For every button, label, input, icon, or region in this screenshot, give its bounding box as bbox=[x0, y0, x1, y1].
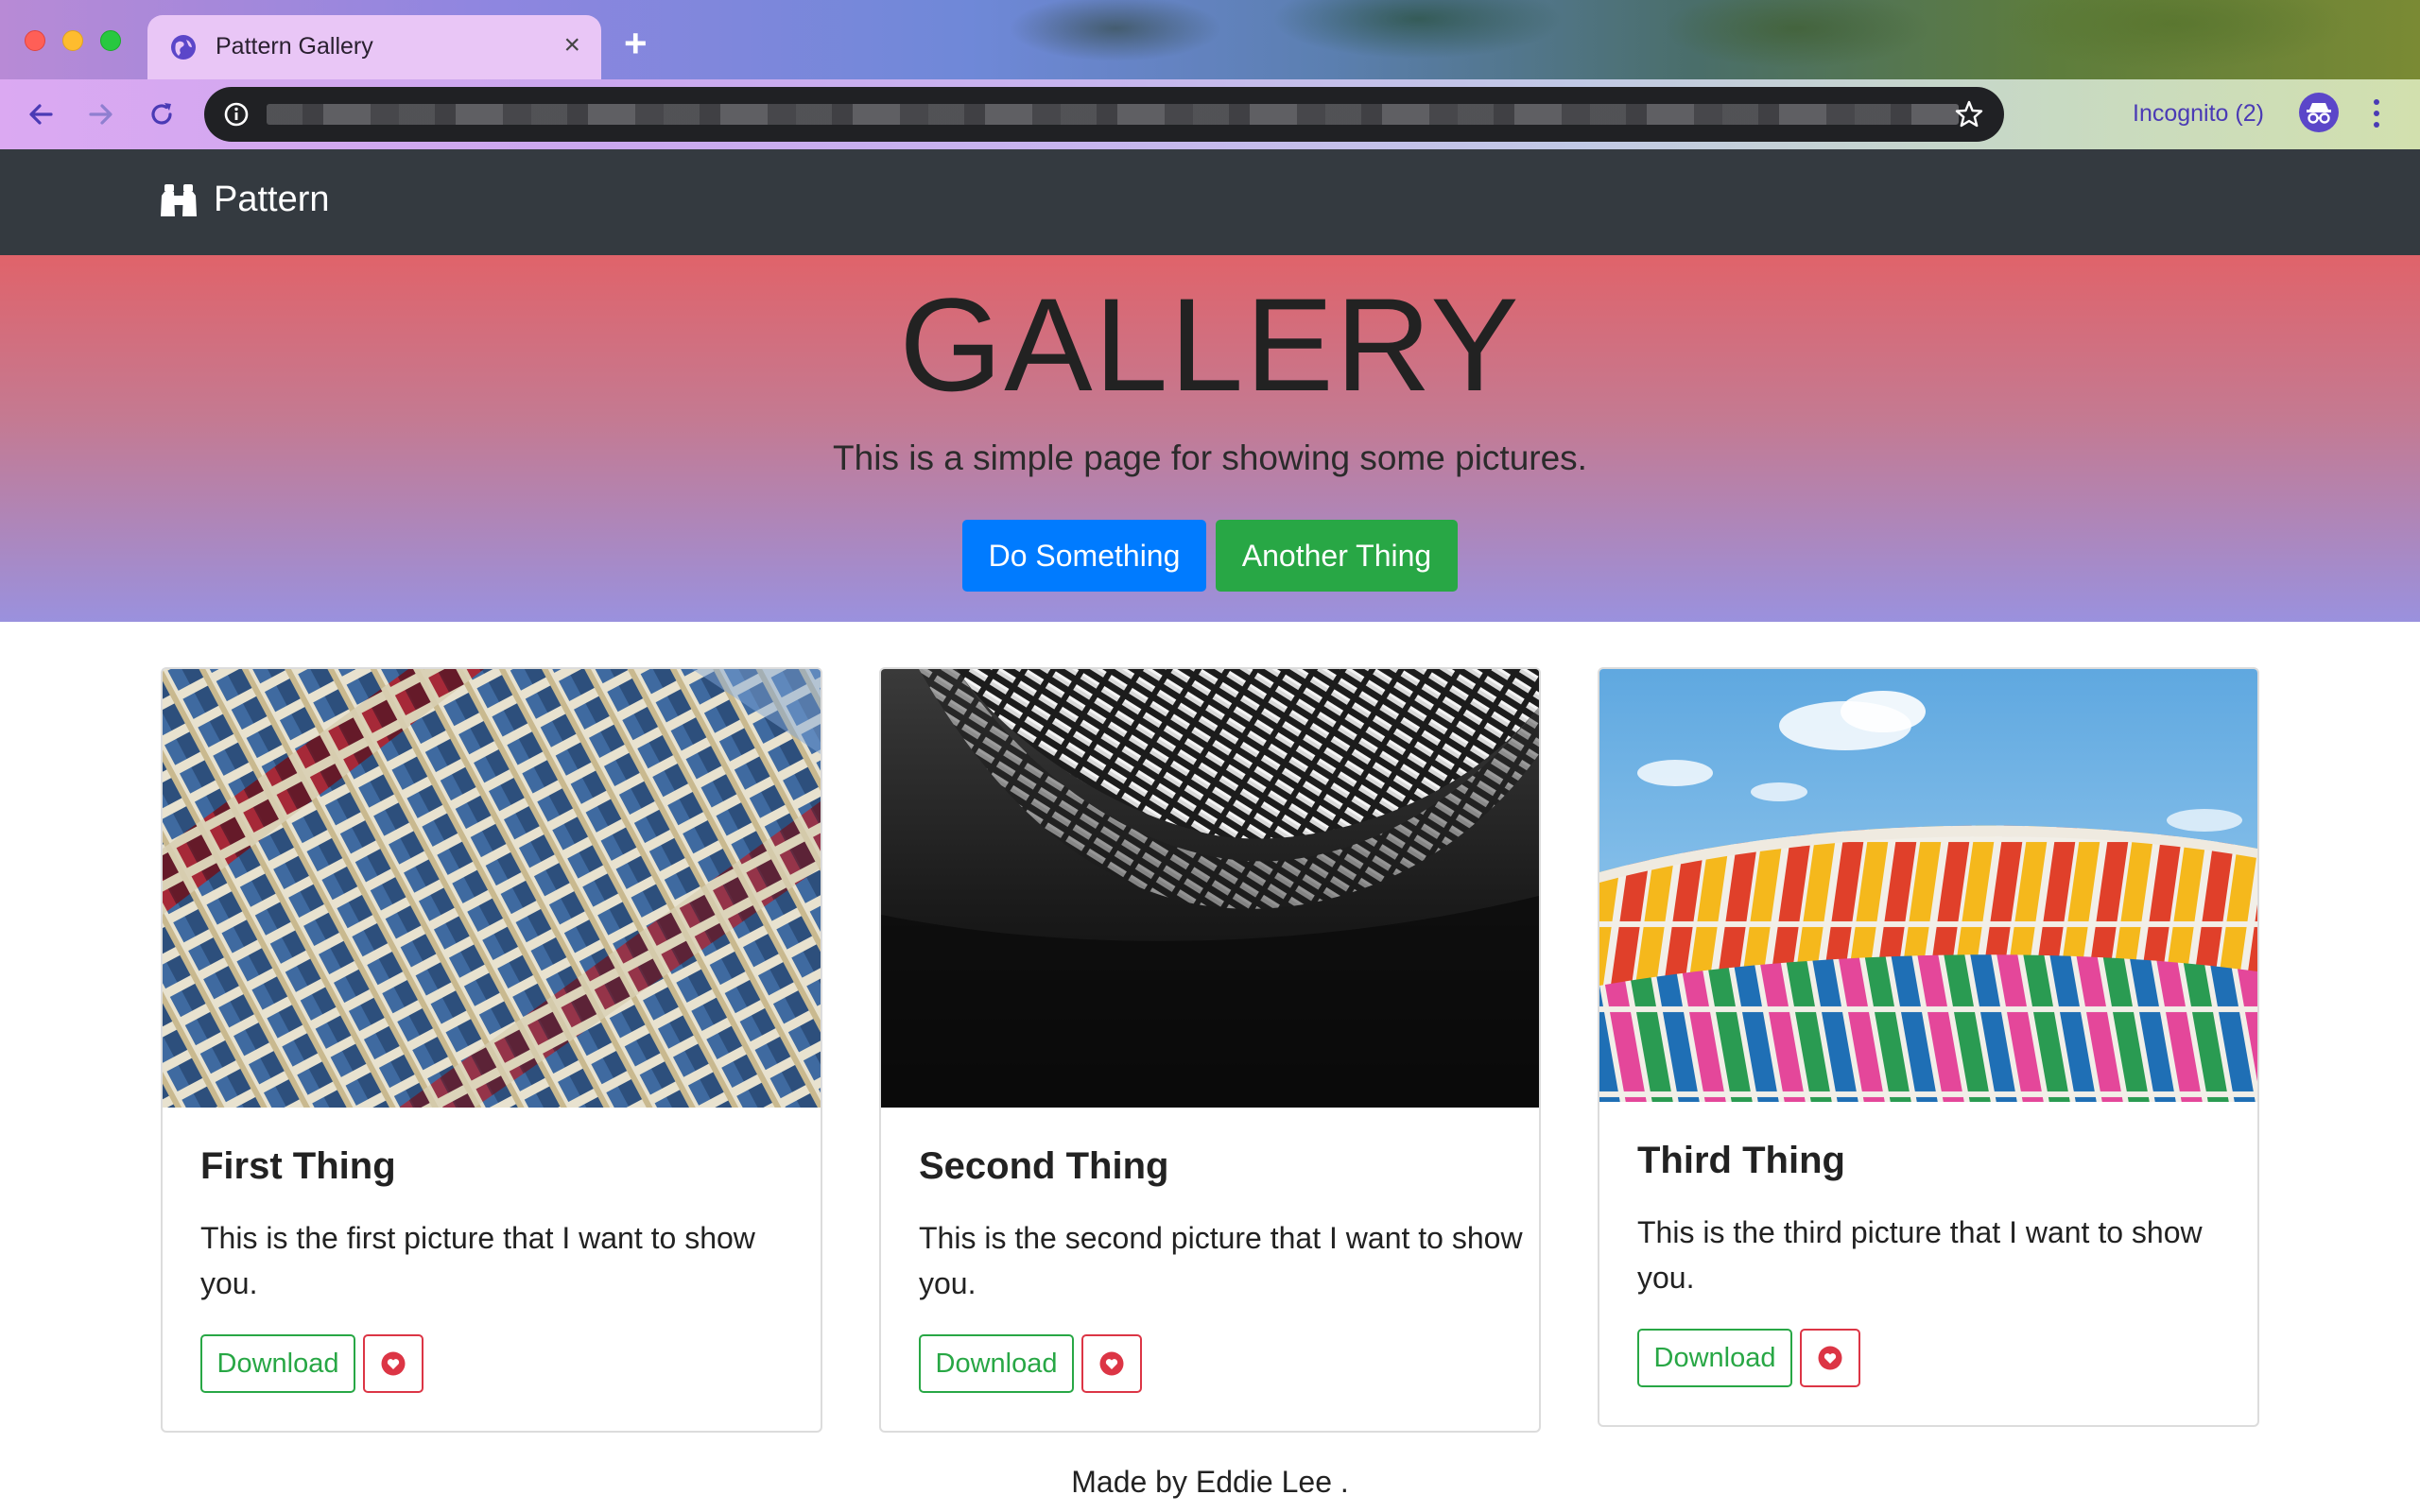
hero-lead-text: This is a simple page for showing some p… bbox=[833, 438, 1587, 477]
browser-tab[interactable]: Pattern Gallery × bbox=[147, 15, 601, 79]
heart-icon bbox=[1818, 1346, 1842, 1370]
arrow-left-icon bbox=[29, 104, 53, 125]
info-icon[interactable] bbox=[223, 101, 250, 128]
new-tab-button[interactable]: + bbox=[624, 23, 648, 64]
window-zoom-button[interactable] bbox=[100, 30, 121, 51]
another-thing-button[interactable]: Another Thing bbox=[1216, 520, 1458, 592]
gallery-card: Second Thing This is the second picture … bbox=[879, 667, 1541, 1433]
card-image-wave-architecture bbox=[881, 669, 1539, 1108]
card-title: First Thing bbox=[200, 1145, 396, 1187]
like-button[interactable] bbox=[363, 1334, 424, 1393]
card-actions: Download bbox=[919, 1334, 1142, 1393]
forward-button[interactable] bbox=[79, 93, 123, 136]
tab-close-icon[interactable]: × bbox=[563, 28, 580, 62]
incognito-icon[interactable] bbox=[2299, 93, 2339, 132]
incognito-label[interactable]: Incognito (2) bbox=[2133, 100, 2264, 128]
window-minimize-button[interactable] bbox=[62, 30, 83, 51]
page-title: GALLERY bbox=[899, 270, 1521, 419]
brand-link[interactable]: Pattern bbox=[159, 180, 330, 220]
card-image-building-facade bbox=[163, 669, 821, 1108]
address-bar[interactable] bbox=[204, 87, 2004, 142]
like-button[interactable] bbox=[1081, 1334, 1142, 1393]
more-menu-icon[interactable] bbox=[2367, 96, 2386, 130]
like-button[interactable] bbox=[1800, 1329, 1860, 1387]
binoculars-icon bbox=[161, 183, 197, 216]
heart-icon bbox=[381, 1351, 406, 1376]
card-title: Third Thing bbox=[1637, 1140, 1845, 1181]
browser-toolbar: Incognito (2) bbox=[0, 79, 2420, 149]
card-text: This is the third picture that I want to… bbox=[1637, 1215, 2203, 1295]
do-something-button[interactable]: Do Something bbox=[962, 520, 1206, 592]
reload-icon bbox=[151, 103, 172, 125]
site-navbar: Pattern bbox=[0, 149, 2420, 255]
card-title: Second Thing bbox=[919, 1145, 1169, 1187]
card-text: This is the first picture that I want to… bbox=[200, 1221, 755, 1300]
hero-section: GALLERY This is a simple page for showin… bbox=[0, 255, 2420, 622]
hero-button-group: Do Something Another Thing bbox=[962, 520, 1458, 592]
url-text-blurred bbox=[267, 104, 1959, 125]
brand-text: Pattern bbox=[214, 180, 330, 219]
globe-icon bbox=[171, 35, 196, 60]
gallery-card: Third Thing This is the third picture th… bbox=[1598, 667, 2259, 1427]
page-footer: Made by Eddie Lee . bbox=[1071, 1465, 1349, 1499]
card-actions: Download bbox=[200, 1334, 424, 1393]
bookmark-star-icon[interactable] bbox=[1953, 98, 1985, 130]
back-button[interactable] bbox=[19, 93, 62, 136]
card-image-colorful-panels bbox=[1599, 669, 2257, 1102]
card-actions: Download bbox=[1637, 1329, 1860, 1387]
download-button[interactable]: Download bbox=[1637, 1329, 1792, 1387]
tab-title: Pattern Gallery bbox=[216, 33, 373, 60]
browser-tab-strip: Pattern Gallery × + bbox=[0, 0, 2420, 79]
gallery-cards: First Thing This is the first picture th… bbox=[159, 667, 2261, 1433]
download-button[interactable]: Download bbox=[200, 1334, 355, 1393]
card-text: This is the second picture that I want t… bbox=[919, 1221, 1523, 1300]
reload-button[interactable] bbox=[140, 93, 183, 136]
heart-icon bbox=[1099, 1351, 1124, 1376]
window-close-button[interactable] bbox=[25, 30, 45, 51]
arrow-right-icon bbox=[89, 104, 112, 125]
gallery-card: First Thing This is the first picture th… bbox=[161, 667, 822, 1433]
download-button[interactable]: Download bbox=[919, 1334, 1074, 1393]
